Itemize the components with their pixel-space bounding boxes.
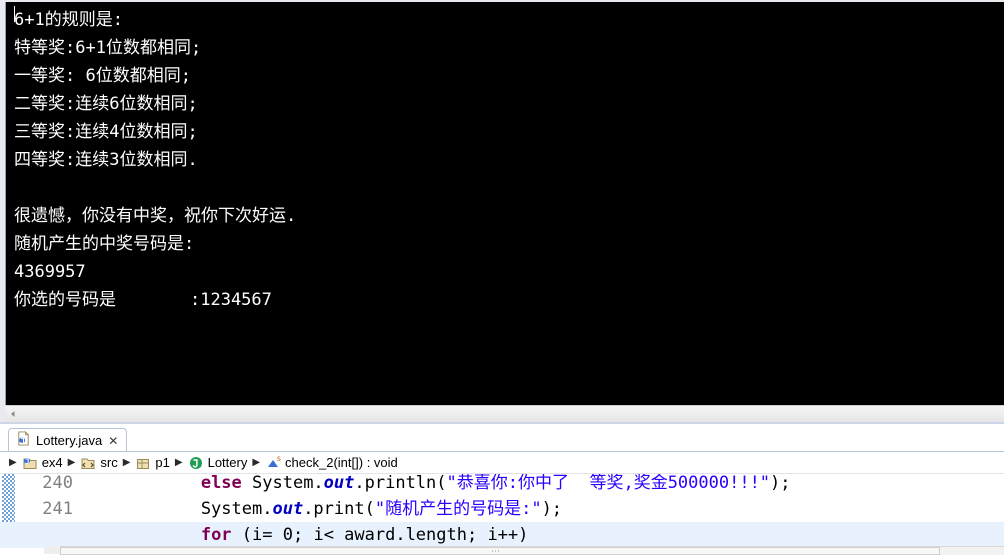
line-number: 240 [42, 474, 73, 493]
java-class-icon [188, 455, 204, 471]
code-token: .println( [354, 474, 447, 493]
tab-label: Lottery.java [36, 433, 103, 448]
static-method-icon: S [265, 455, 281, 471]
code-token: System. [241, 474, 324, 493]
code-token: System. [78, 499, 273, 519]
breadcrumb-separator-icon: ▶ [9, 456, 17, 468]
breadcrumb-item-ex4[interactable]: ex4 [22, 452, 63, 474]
java-file-icon [16, 430, 31, 451]
console-caret [14, 6, 15, 22]
source-folder-icon [80, 455, 96, 471]
editor-scroll-corner [44, 546, 60, 554]
console-line: 四等奖:连续3位数相同. [14, 150, 198, 170]
selected-number-label: 你选的号码是 [14, 290, 116, 310]
breadcrumb-item-lottery[interactable]: Lottery [188, 452, 248, 474]
code-token: 0 [282, 525, 293, 545]
code-token: ); [770, 474, 791, 493]
code-token: out [272, 499, 304, 519]
breadcrumb[interactable]: ▶ ex4 ▶ src ▶ p1 ▶ Lottery ▶ Scheck_2(int[]) : vo… [0, 452, 1004, 474]
console-horizontal-scrollbar[interactable] [5, 405, 1004, 422]
breadcrumb-item-label: src [100, 455, 118, 470]
console-line: 二等奖:连续6位数相同; [14, 94, 198, 114]
breadcrumb-item-src[interactable]: src [80, 452, 118, 474]
console-line: 特等奖:6+1位数都相同; [14, 38, 202, 58]
console-line: 4369957 [14, 262, 86, 282]
breadcrumb-item-label: Lottery [207, 455, 248, 470]
eclipse-ide-window: 6+1的规则是: 特等奖:6+1位数都相同; 一等奖: 6位数都相同; 二等奖:连续6… [0, 0, 1004, 556]
close-icon[interactable]: ✕ [108, 435, 118, 447]
editor-area: Lottery.java ✕ ▶ ex4 ▶ src ▶ p1 ▶ Lottery ▶ Schec… [0, 424, 1004, 554]
code-token: for [200, 525, 232, 545]
code-line[interactable]: else System.out.println("恭喜你:你中了 等奖,奖金50… [78, 474, 1004, 496]
package-icon [135, 455, 151, 471]
console-line: 6+1的规则是: [14, 10, 123, 30]
console-line-selected-number: 你选的号码是 :1234567 [14, 286, 1004, 314]
breadcrumb-separator-icon: ▶ [174, 456, 183, 468]
breadcrumb-separator-icon: ▶ [122, 456, 131, 468]
console-line: 很遗憾，你没有中奖，祝你下次好运. [14, 206, 297, 226]
line-number: 241 [42, 499, 73, 519]
code-token: else [200, 474, 242, 493]
scroll-left-arrow-icon[interactable] [5, 406, 21, 422]
breadcrumb-item-check-2-int-void[interactable]: Scheck_2(int[]) : void [265, 452, 398, 474]
code-token: (i= [231, 525, 283, 545]
code-token: "随机产生的号码是:" [374, 499, 542, 519]
breadcrumb-item-label: ex4 [41, 455, 63, 470]
console-line: 三等奖:连续4位数相同; [14, 122, 198, 142]
code-token: ; i< award.length; i++) [292, 525, 529, 545]
console-line: 一等奖: 6位数都相同; [14, 66, 191, 86]
breadcrumb-separator-icon: ▶ [252, 456, 261, 468]
code-token: ); [541, 499, 563, 519]
scroll-grip-icon: ⋯ [491, 546, 501, 556]
breadcrumb-item-label: p1 [155, 455, 170, 470]
breadcrumb-separator-icon: ▶ [67, 456, 76, 468]
console-line: 随机产生的中奖号码是: [14, 234, 195, 254]
java-project-icon [22, 455, 38, 471]
code-line[interactable]: for (i= 0; i< award.length; i++) [0, 522, 1004, 548]
selected-number-value: :1234567 [190, 290, 272, 310]
code-editor[interactable]: 240 else System.out.println("恭喜你:你中了 等奖,… [0, 474, 1004, 554]
code-token: out [323, 474, 355, 493]
breadcrumb-item-label: check_2(int[]) : void [285, 455, 398, 470]
code-line[interactable]: System.out.print("随机产生的号码是:"); [78, 496, 1004, 522]
svg-text:S: S [277, 456, 281, 463]
console-view: 6+1的规则是: 特等奖:6+1位数都相同; 一等奖: 6位数都相同; 二等奖:连续6… [0, 0, 1004, 424]
code-token: .print( [303, 499, 375, 519]
tab-lottery-java[interactable]: Lottery.java ✕ [8, 428, 128, 452]
editor-tab-bar: Lottery.java ✕ [0, 428, 1004, 452]
breadcrumb-item-p1[interactable]: p1 [135, 452, 170, 474]
console-output-area[interactable]: 6+1的规则是: 特等奖:6+1位数都相同; 一等奖: 6位数都相同; 二等奖:连续6… [5, 2, 1004, 405]
code-token: "恭喜你:你中了 等奖,奖金500000!!!" [446, 474, 771, 493]
